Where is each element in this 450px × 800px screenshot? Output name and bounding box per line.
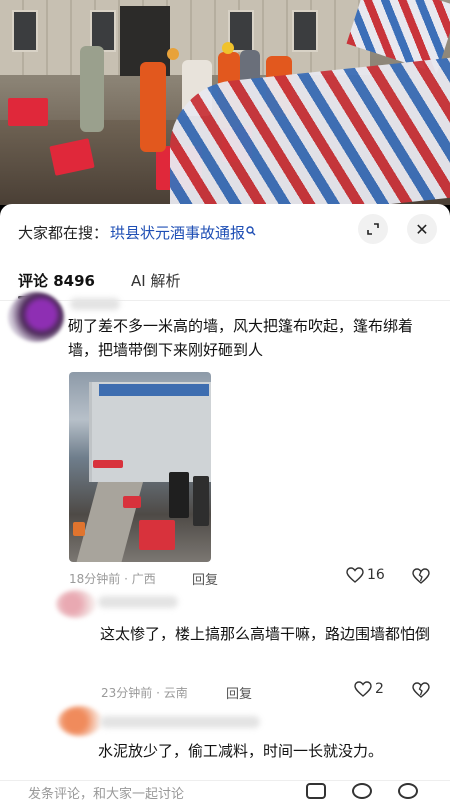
blue-roof xyxy=(99,384,209,396)
collapsed-wall xyxy=(76,482,143,562)
orange-stool xyxy=(73,522,85,536)
divider xyxy=(0,300,450,301)
reply-button[interactable]: 回复 xyxy=(192,569,218,588)
person xyxy=(193,476,209,526)
close-icon[interactable]: ✕ xyxy=(407,214,437,244)
comment-text: 砌了差不多一米高的墙，风大把篷布吹起，篷布绑着墙，把墙带倒下来刚好砸到人 xyxy=(68,317,414,359)
red-stool xyxy=(8,98,48,126)
image-icon[interactable] xyxy=(306,783,326,799)
like-count: 16 xyxy=(367,567,385,583)
comment-text: 水泥放少了，偷工减料，时间一长就没力。 xyxy=(98,742,384,760)
trending-topic-link[interactable]: 珙县状元酒事故通报 xyxy=(110,222,245,243)
striped-tarp xyxy=(170,56,450,205)
news-photo[interactable] xyxy=(0,0,450,205)
comment-meta: 18分钟前 · 广西 xyxy=(69,572,156,586)
username-blurred[interactable] xyxy=(100,716,260,728)
comment-text: 这太惨了，楼上搞那么高墙干嘛，路边围墙都怕倒 xyxy=(100,625,431,643)
search-icon xyxy=(246,225,256,239)
helmet xyxy=(167,48,179,60)
red-stool xyxy=(139,520,175,550)
reply-button[interactable]: 回复 xyxy=(226,683,252,702)
broken-heart-icon[interactable] xyxy=(412,568,430,588)
trending-search[interactable]: 大家都在搜： 珙县状元酒事故通报 xyxy=(18,220,256,244)
comment-meta: 23分钟前 · 云南 xyxy=(101,686,188,700)
firefighter xyxy=(140,62,166,152)
tab-comments[interactable]: 评论 8496 xyxy=(18,270,95,291)
collapse-arrows-icon[interactable] xyxy=(358,214,388,244)
red-stool xyxy=(123,496,141,508)
trending-prefix: 大家都在搜： xyxy=(18,223,109,242)
avatar[interactable] xyxy=(56,590,96,618)
comment-image[interactable] xyxy=(69,372,211,562)
heart-icon xyxy=(346,567,364,583)
heart-icon xyxy=(354,681,372,697)
avatar[interactable] xyxy=(58,706,102,736)
window xyxy=(292,10,318,52)
like-button[interactable]: 16 xyxy=(346,567,385,583)
like-count: 2 xyxy=(375,681,384,697)
bystander xyxy=(80,46,104,132)
username-blurred[interactable] xyxy=(70,298,120,310)
comment-tabs: 评论 8496 AI 解析 xyxy=(18,270,216,291)
like-button[interactable]: 2 xyxy=(354,681,384,697)
username-blurred[interactable] xyxy=(98,596,178,608)
helmet xyxy=(222,42,234,54)
red-awning xyxy=(93,460,123,468)
broken-heart-icon[interactable] xyxy=(412,682,430,702)
person xyxy=(169,472,189,518)
avatar[interactable] xyxy=(8,292,64,342)
at-icon[interactable] xyxy=(352,783,372,799)
window xyxy=(12,10,38,52)
comment-input[interactable]: 发条评论，和大家一起讨论 xyxy=(28,783,184,800)
emoji-icon[interactable] xyxy=(398,783,418,799)
comment-sheet: 大家都在搜： 珙县状元酒事故通报 ✕ 评论 8496 AI 解析 砌了差不多一米… xyxy=(0,204,450,800)
tab-ai-analysis[interactable]: AI 解析 xyxy=(131,270,180,291)
